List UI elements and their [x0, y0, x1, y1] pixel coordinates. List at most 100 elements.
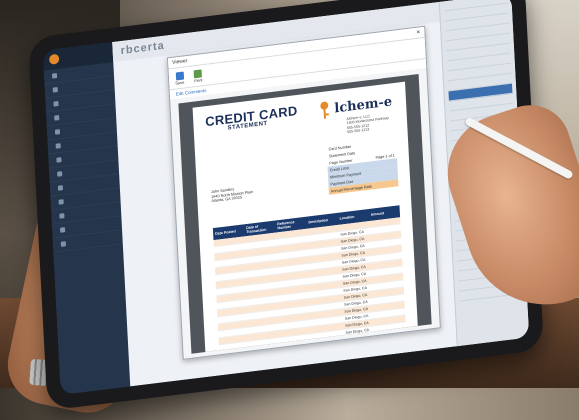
sidebar-item-icon: [57, 185, 64, 191]
table-cell: [214, 253, 245, 257]
table-cell: [279, 288, 310, 292]
print-button[interactable]: Print: [193, 68, 203, 83]
save-button[interactable]: Save: [175, 71, 184, 85]
table-cell: San Diego, CA: [346, 341, 370, 349]
table-cell: [215, 267, 246, 271]
table-cell: [246, 257, 277, 261]
table-cell: San Diego, CA: [345, 327, 370, 335]
table-cell: [279, 295, 310, 299]
sidebar-item-icon: [51, 73, 58, 79]
table-cell: [310, 291, 341, 295]
table-cell: [311, 312, 342, 316]
table-cell: [281, 330, 312, 334]
table-cell: [374, 318, 405, 322]
table-cell: [276, 232, 307, 236]
table-cell: [220, 351, 251, 352]
table-cell: [247, 285, 278, 289]
table-cell: [375, 332, 406, 336]
table-cell: [312, 333, 343, 337]
table-cell: [245, 250, 276, 254]
table-cell: [370, 241, 401, 245]
table-cell: [219, 337, 250, 341]
table-cell: [276, 239, 307, 243]
table-cell: [277, 260, 308, 264]
table-cell: [215, 260, 246, 264]
table-cell: [278, 274, 309, 278]
sidebar-item-icon: [56, 157, 62, 163]
close-icon[interactable]: ✕: [416, 27, 421, 38]
sidebar-item-icon: [60, 241, 66, 247]
table-cell: [307, 228, 338, 232]
table-cell: [312, 326, 343, 330]
column-header: Location: [339, 214, 355, 221]
table-cell: [313, 340, 344, 344]
table-cell: [250, 334, 281, 338]
table-cell: [215, 274, 246, 278]
table-cell: [312, 319, 343, 323]
table-cell: [375, 325, 406, 329]
sidebar-item-icon: [59, 213, 65, 219]
key-logo-icon: [320, 101, 329, 119]
table-cell: [372, 269, 403, 273]
table-cell: [280, 309, 311, 313]
report-viewer-window: Viewer ✕ Save Print Edit Comments CREDIT…: [166, 25, 441, 360]
table-cell: [217, 302, 248, 306]
table-cell: [281, 337, 312, 341]
viewer-title: Viewer: [172, 58, 188, 66]
table-cell: [369, 220, 400, 224]
company-address: Alchem-e, LLC 1500 Montezuma Parkway 555-5…: [346, 112, 389, 135]
sidebar-item-icon: [54, 115, 60, 121]
table-cell: [371, 255, 402, 259]
table-cell: [248, 306, 279, 310]
column-header: Date Posted: [215, 229, 236, 236]
table-cell: [216, 288, 247, 292]
sidebar-item-icon: [60, 227, 66, 233]
table-cell: [309, 270, 340, 274]
table-cell: [311, 305, 342, 309]
table-cell: [216, 281, 247, 285]
table-cell: [281, 323, 312, 327]
table-cell: [247, 271, 278, 275]
customer-address: John Sanders 1940 North Mission Plain Atla…: [211, 185, 254, 204]
table-cell: [251, 348, 282, 352]
table-cell: [217, 295, 248, 299]
table-cell: [370, 234, 401, 238]
table-cell: [308, 249, 339, 253]
table-cell: [280, 302, 311, 306]
print-label: Print: [194, 76, 203, 83]
table-cell: [282, 344, 313, 348]
table-cell: [278, 281, 309, 285]
table-cell: [246, 264, 277, 268]
sidebar-item-icon: [54, 129, 61, 135]
table-cell: [338, 224, 369, 228]
transactions-table: Date Posted Date of Transaction Reference …: [212, 205, 407, 353]
table-cell: [280, 316, 311, 320]
table-cell: [277, 246, 308, 250]
statement-page: CREDIT CARD STATEMENT lchem-e Alchem-e, …: [192, 81, 418, 353]
table-cell: [308, 256, 339, 260]
table-cell: [373, 297, 404, 301]
table-cell: [218, 323, 249, 327]
table-cell: [372, 283, 403, 287]
table-cell: [309, 263, 340, 267]
brand-label: rbcerta: [120, 39, 165, 58]
table-cell: [308, 242, 339, 246]
table-cell: [371, 248, 402, 252]
table-cell: [310, 284, 341, 288]
table-cell: [248, 299, 279, 303]
table-cell: [245, 236, 276, 240]
table-cell: [310, 277, 341, 281]
table-cell: [247, 278, 278, 282]
table-cell: [277, 253, 308, 257]
table-cell: [373, 290, 404, 294]
table-cell: [374, 304, 405, 308]
sidebar-item-icon: [57, 171, 63, 177]
sidebar-item-icon: [58, 199, 64, 205]
table-cell: [249, 320, 280, 324]
table-cell: [249, 313, 280, 317]
table-cell: San Diego, CA: [345, 334, 370, 342]
table-cell: [218, 316, 249, 320]
table-cell: [278, 267, 309, 271]
sidebar-item-icon: [55, 143, 61, 149]
table-cell: [313, 347, 344, 351]
